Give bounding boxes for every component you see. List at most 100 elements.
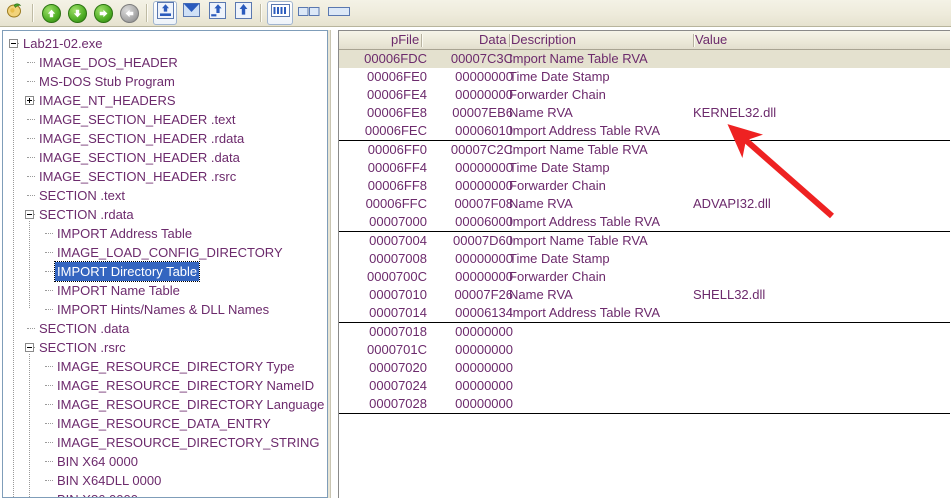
table-row[interactable]: 00007000 00006000 Import Address Table RVA (339, 213, 950, 232)
tree-node[interactable]: Lab21-02.exe (3, 34, 327, 53)
export-icon[interactable] (231, 1, 255, 25)
cell-pfile: 00006FF4 (367, 160, 427, 175)
tree-node[interactable]: IMPORT Address Table (3, 224, 327, 243)
nav-back-icon-glyph (93, 3, 113, 23)
tree-vertical-rail (13, 50, 15, 497)
column-header-pfile[interactable]: pFile (391, 31, 419, 49)
import-icon[interactable] (205, 1, 229, 25)
tree-node[interactable]: IMAGE_NT_HEADERS (3, 91, 327, 110)
column-resize-handle-0[interactable] (421, 34, 423, 47)
cell-data: 00007F26 (454, 287, 513, 302)
table-row[interactable]: 0000701C 00000000 (339, 341, 950, 359)
cell-pfile: 00007028 (369, 396, 427, 411)
view-detail-icon[interactable] (267, 1, 293, 25)
cell-data: 00007EB6 (452, 105, 513, 120)
table-row[interactable]: 00007014 00006134 Import Address Table RVA (339, 304, 950, 323)
table-row[interactable]: 00007004 00007D60 Import Name Table RVA (339, 232, 950, 250)
tree-node[interactable]: IMPORT Name Table (3, 281, 327, 300)
cell-data: 00007F08 (454, 196, 513, 211)
table-row[interactable]: 00006FEC 00006010 Import Address Table RVA (339, 122, 950, 141)
nav-down-icon[interactable] (65, 1, 89, 25)
table-row[interactable]: 00006FF8 00000000 Forwarder Chain (339, 177, 950, 195)
table-row[interactable]: 00006FF0 00007C2C Import Name Table RVA (339, 141, 950, 159)
nav-up-icon[interactable] (39, 1, 63, 25)
collapse-minus-icon[interactable] (25, 210, 34, 219)
table-row[interactable]: 00007010 00007F26 Name RVA SHELL32.dll (339, 286, 950, 304)
column-header-data[interactable]: Data (479, 31, 506, 49)
table-row[interactable]: 00007008 00000000 Time Date Stamp (339, 250, 950, 268)
table-row[interactable]: 00006FE0 00000000 Time Date Stamp (339, 68, 950, 86)
list-column-header[interactable]: pFile Data Description Value (339, 31, 950, 50)
save-icon[interactable] (179, 1, 203, 25)
table-row[interactable]: 00006FE8 00007EB6 Name RVA KERNEL32.dll (339, 104, 950, 122)
nav-down-icon-glyph (67, 3, 87, 23)
view-single-icon[interactable] (325, 1, 353, 25)
view-split-icon[interactable] (295, 1, 323, 25)
tree-node-label: IMAGE_RESOURCE_DIRECTORY_STRING (57, 435, 320, 450)
nav-forward-icon[interactable] (117, 1, 141, 25)
tree-node[interactable]: BIN X86 0000 (3, 490, 327, 497)
cell-pfile: 00007000 (369, 214, 427, 229)
tree-node[interactable]: IMAGE_RESOURCE_DIRECTORY_STRING (3, 433, 327, 452)
splitter-bar[interactable] (327, 30, 331, 498)
save-all-icon[interactable] (153, 1, 177, 25)
table-row[interactable]: 00007020 00000000 (339, 359, 950, 377)
separator-3 (260, 4, 262, 22)
tree-connector-line (45, 271, 53, 273)
tree-node[interactable]: SECTION .rsrc (3, 338, 327, 357)
cell-pfile: 00006FEC (364, 123, 427, 138)
tree-node[interactable]: MS-DOS Stub Program (3, 72, 327, 91)
pe-logo-icon[interactable] (3, 1, 27, 25)
tree-node[interactable]: BIN X64DLL 0000 (3, 471, 327, 490)
tree-node[interactable]: IMAGE_SECTION_HEADER .rsrc (3, 167, 327, 186)
tree-node[interactable]: IMAGE_RESOURCE_DIRECTORY NameID (3, 376, 327, 395)
expand-plus-icon[interactable] (25, 96, 34, 105)
table-row[interactable]: 00006FE4 00000000 Forwarder Chain (339, 86, 950, 104)
collapse-minus-icon[interactable] (25, 343, 34, 352)
import-directory-table-list[interactable]: pFile Data Description Value 00006FDC 00007C… (338, 30, 950, 498)
tree-node[interactable]: IMAGE_DOS_HEADER (3, 53, 327, 72)
cell-description: Import Name Table RVA (509, 233, 648, 248)
table-row-selected[interactable]: 00006FDC 00007C3C Import Name Table RVA (339, 50, 950, 68)
cell-pfile: 00007024 (369, 378, 427, 393)
tree-node[interactable]: IMAGE_LOAD_CONFIG_DIRECTORY (3, 243, 327, 262)
tree-node-label: IMAGE_SECTION_HEADER .text (39, 112, 236, 127)
cell-value: KERNEL32.dll (693, 105, 777, 120)
tree-node[interactable]: IMPORT Hints/Names & DLL Names (3, 300, 327, 319)
tree-node-label: IMPORT Hints/Names & DLL Names (57, 302, 270, 317)
table-row[interactable]: 00007028 00000000 (339, 395, 950, 414)
table-row[interactable]: 00007018 00000000 (339, 323, 950, 341)
tree-node-selected[interactable]: IMPORT Directory Table (3, 261, 327, 282)
column-resize-handle-1[interactable] (509, 34, 511, 47)
tree-node[interactable]: IMAGE_SECTION_HEADER .data (3, 148, 327, 167)
column-resize-handle-2[interactable] (693, 34, 695, 47)
table-row[interactable]: 00006FFC 00007F08 Name RVA ADVAPI32.dll (339, 195, 950, 213)
cell-description: Forwarder Chain (509, 87, 606, 102)
cell-pfile: 0000701C (367, 342, 427, 357)
tree-node[interactable]: SECTION .data (3, 319, 327, 338)
nav-back-icon[interactable] (91, 1, 115, 25)
tree-connector-line (45, 480, 53, 482)
table-row[interactable]: 00007024 00000000 (339, 377, 950, 395)
tree-node-label: BIN X86 0000 (55, 490, 140, 497)
table-row[interactable]: 00006FF4 00000000 Time Date Stamp (339, 159, 950, 177)
tree-node[interactable]: IMAGE_RESOURCE_DIRECTORY Language (3, 395, 327, 414)
tree-connector-line (27, 157, 35, 159)
toolbar-button-row (0, 0, 951, 26)
tree-node[interactable]: IMAGE_RESOURCE_DATA_ENTRY (3, 414, 327, 433)
tree-node[interactable]: SECTION .text (3, 186, 327, 205)
tree-node[interactable]: IMAGE_SECTION_HEADER .rdata (3, 129, 327, 148)
tree-node[interactable]: SECTION .rdata (3, 205, 327, 224)
tree-node[interactable]: IMAGE_RESOURCE_DIRECTORY Type (3, 357, 327, 376)
tree-connector-line (27, 328, 35, 330)
table-row[interactable]: 0000700C 00000000 Forwarder Chain (339, 268, 950, 286)
tree-node[interactable]: IMAGE_SECTION_HEADER .text (3, 110, 327, 129)
cell-pfile: 00007010 (369, 287, 427, 302)
pe-structure-tree[interactable]: Lab21-02.exe IMAGE_DOS_HEADER MS-DOS Stub … (2, 30, 327, 498)
tree-node[interactable]: BIN X64 0000 (3, 452, 327, 471)
panel-splitter[interactable] (327, 30, 337, 498)
column-header-value[interactable]: Value (695, 31, 727, 49)
column-header-description[interactable]: Description (511, 31, 576, 49)
collapse-minus-icon[interactable] (9, 39, 18, 48)
cell-data: 00000000 (455, 269, 513, 284)
